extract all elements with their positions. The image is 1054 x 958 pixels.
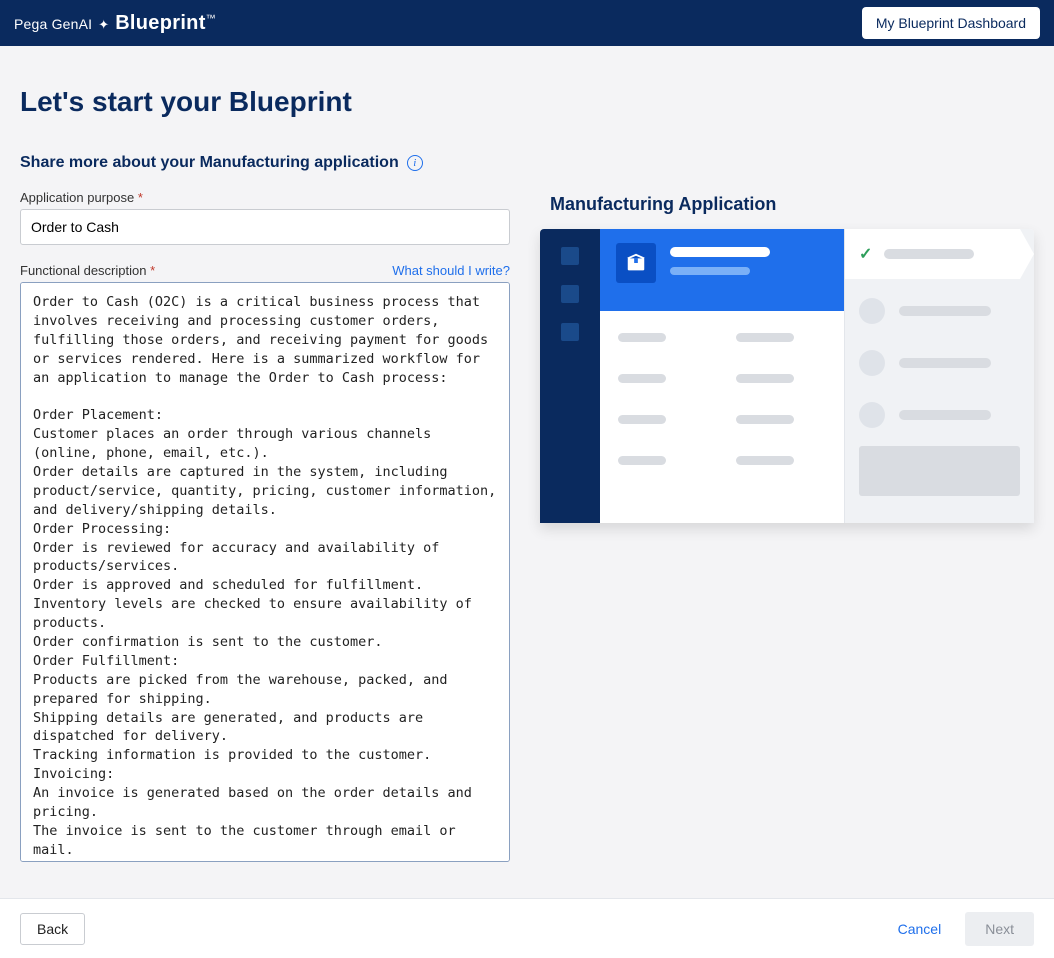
application-purpose-input[interactable] [20, 209, 510, 245]
functional-description-field: Functional description * What should I w… [20, 263, 510, 867]
functional-description-label: Functional description * [20, 263, 155, 278]
preview-skeleton-line [884, 249, 974, 259]
functional-description-textarea[interactable] [20, 282, 510, 862]
preview-main [600, 229, 844, 523]
page-body: Let's start your Blueprint Share more ab… [0, 46, 1054, 898]
preview-step-item [859, 402, 1020, 428]
check-icon: ✓ [859, 244, 872, 264]
preview-step-dot [859, 402, 885, 428]
preview-body [600, 311, 844, 523]
form-column: Application purpose * Functional descrip… [20, 190, 510, 885]
top-bar: Pega GenAI ✦ Blueprint™ My Blueprint Das… [0, 0, 1054, 46]
preview-skeleton-line [618, 456, 666, 465]
preview-step-item [859, 298, 1020, 324]
brand-prefix: Pega GenAI [14, 16, 92, 32]
sparkle-icon: ✦ [98, 17, 109, 33]
required-asterisk: * [138, 190, 143, 205]
preview-skeleton-line [618, 333, 666, 342]
dashboard-button[interactable]: My Blueprint Dashboard [862, 7, 1040, 39]
brand-main: Blueprint™ [115, 12, 216, 35]
preview-nav-icon [561, 247, 579, 265]
preview-app-mock: ✓ [540, 229, 1034, 523]
preview-title: Manufacturing Application [550, 194, 1034, 215]
preview-step-item [859, 350, 1020, 376]
preview-skeleton-line [899, 306, 991, 316]
application-purpose-label: Application purpose * [20, 190, 510, 205]
preview-step-dot [859, 350, 885, 376]
preview-skeleton-line [670, 247, 770, 257]
preview-nav-icon [561, 323, 579, 341]
preview-sidebar [540, 229, 600, 523]
brand: Pega GenAI ✦ Blueprint™ [14, 12, 216, 35]
page-title: Let's start your Blueprint [20, 86, 1034, 118]
package-icon [616, 243, 656, 283]
section-title: Share more about your Manufacturing appl… [20, 154, 399, 172]
application-purpose-field: Application purpose * [20, 190, 510, 245]
preview-skeleton-line [736, 333, 794, 342]
preview-column: Manufacturing Application [540, 190, 1034, 523]
preview-skeleton-line [736, 374, 794, 383]
next-button[interactable]: Next [965, 912, 1034, 946]
preview-step-dot [859, 298, 885, 324]
preview-skeleton-line [736, 415, 794, 424]
preview-step-completed: ✓ [845, 229, 1034, 279]
preview-right-panel: ✓ [844, 229, 1034, 523]
preview-skeleton-line [618, 374, 666, 383]
preview-nav-icon [561, 285, 579, 303]
required-asterisk: * [150, 263, 155, 278]
preview-skeleton-line [899, 410, 991, 420]
cancel-link[interactable]: Cancel [898, 921, 942, 937]
preview-header [600, 229, 844, 311]
info-icon[interactable]: i [407, 155, 423, 171]
preview-skeleton-line [618, 415, 666, 424]
footer-bar: Back Cancel Next [0, 898, 1054, 958]
preview-footer-block [859, 446, 1020, 496]
preview-skeleton-line [736, 456, 794, 465]
back-button[interactable]: Back [20, 913, 85, 945]
what-should-i-write-link[interactable]: What should I write? [392, 263, 510, 278]
preview-skeleton-line [670, 267, 750, 275]
preview-skeleton-line [899, 358, 991, 368]
